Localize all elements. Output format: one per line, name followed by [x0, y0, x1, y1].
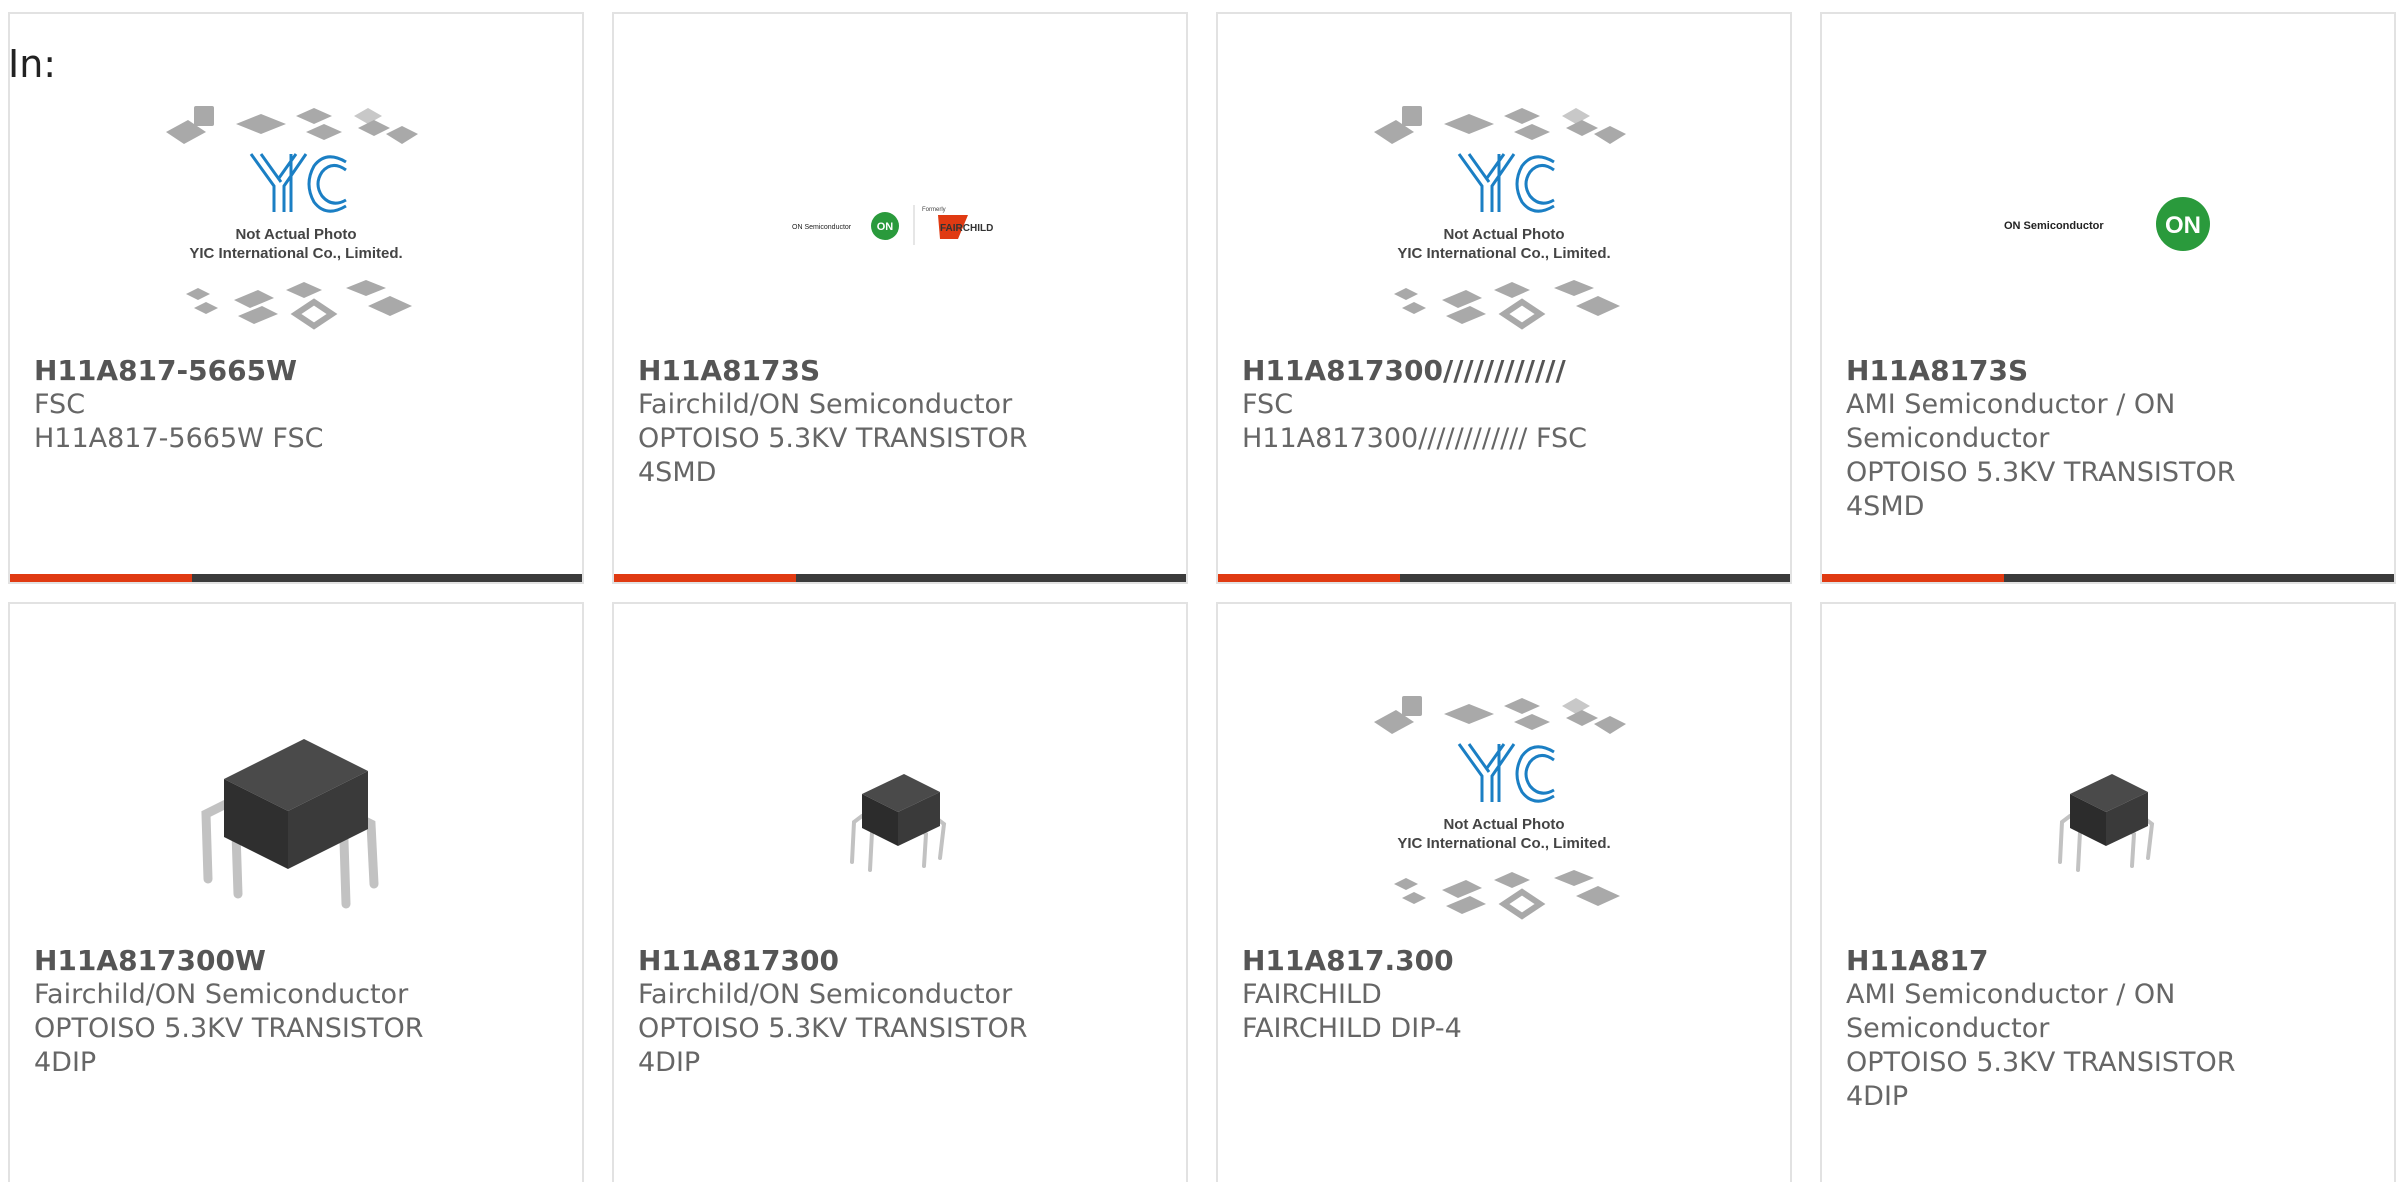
yic-caption-line2: YIC International Co., Limited.	[189, 245, 402, 262]
yic-caption-line2: YIC International Co., Limited.	[1397, 245, 1610, 262]
product-image[interactable]: Not Actual Photo YIC International Co., …	[1218, 674, 1790, 954]
product-card[interactable]: H11A817300 Fairchild/ON Semiconductor OPTO…	[612, 602, 1188, 1182]
product-description-line: H11A817300//////////// FSC	[1242, 423, 1587, 454]
product-description-line: OPTOISO 5.3KV TRANSISTOR	[638, 423, 1028, 454]
product-image[interactable]	[10, 674, 582, 954]
product-description-line: OPTOISO 5.3KV TRANSISTOR	[638, 1013, 1028, 1044]
in-label: In:	[8, 42, 57, 86]
on-semiconductor-wordmark: ON Semiconductor	[2004, 220, 2104, 232]
product-info: H11A8173S AMI Semiconductor / ON Semicondu…	[1846, 354, 2370, 524]
manufacturer: AMI Semiconductor / ON	[1846, 389, 2176, 420]
product-image[interactable]	[614, 674, 1186, 954]
product-card[interactable]: H11A817 AMI Semiconductor / ON Semiconduct…	[1820, 602, 2396, 1182]
product-description-line: OPTOISO 5.3KV TRANSISTOR	[1846, 457, 2236, 488]
product-description-line: 4DIP	[34, 1047, 97, 1078]
product-info: H11A817.300 FAIRCHILD FAIRCHILD DIP-4	[1242, 944, 1766, 1046]
fairchild-wordmark: FAIRCHILD	[940, 223, 993, 234]
part-number-link[interactable]: H11A817-5665W	[34, 354, 558, 388]
dip4-small-image	[850, 774, 947, 872]
product-card[interactable]: Not Actual Photo YIC International Co., …	[1216, 602, 1792, 1182]
card-accent-highlight	[1218, 574, 1400, 582]
part-number-link[interactable]: H11A817300////////////	[1242, 354, 1766, 388]
product-card[interactable]: Not Actual Photo YIC International Co., …	[8, 12, 584, 584]
product-image[interactable]: ON Semiconductor ON Formerly FAIRCHILD	[614, 84, 1186, 364]
product-info: H11A817300W Fairchild/ON Semiconductor OPT…	[34, 944, 558, 1080]
part-number-link[interactable]: H11A817.300	[1242, 944, 1766, 978]
yic-placeholder-image: Not Actual Photo YIC International Co., …	[1374, 696, 1626, 920]
manufacturer: FAIRCHILD	[1242, 979, 1382, 1010]
dip4-small-image	[2058, 774, 2155, 872]
product-card[interactable]: H11A817300W Fairchild/ON Semiconductor OPT…	[8, 602, 584, 1182]
product-card[interactable]: ON Semiconductor ON Formerly FAIRCHILD H…	[612, 12, 1188, 584]
product-description-line: OPTOISO 5.3KV TRANSISTOR	[1846, 1047, 2236, 1078]
product-description-line: 4DIP	[638, 1047, 701, 1078]
product-info: H11A817 AMI Semiconductor / ON Semiconduct…	[1846, 944, 2370, 1114]
manufacturer: FSC	[1242, 389, 1294, 420]
svg-text:ON: ON	[877, 221, 894, 233]
yic-caption-line1: Not Actual Photo	[1443, 816, 1564, 833]
manufacturer: AMI Semiconductor / ON	[1846, 979, 2176, 1010]
part-number-link[interactable]: H11A8173S	[638, 354, 1162, 388]
product-description-line: 4SMD	[638, 457, 717, 488]
yic-placeholder-image: Not Actual Photo YIC International Co., …	[166, 106, 418, 330]
product-card[interactable]: Not Actual Photo YIC International Co., …	[1216, 12, 1792, 584]
product-description-line: Semiconductor	[1846, 1013, 2050, 1044]
card-accent-bar	[1218, 574, 1790, 582]
manufacturer: Fairchild/ON Semiconductor	[638, 389, 1013, 420]
product-card[interactable]: ON Semiconductor ON H11A8173S AMI Semicon…	[1820, 12, 2396, 584]
card-accent-bar	[1822, 574, 2394, 582]
yic-caption-line2: YIC International Co., Limited.	[1397, 835, 1610, 852]
yic-caption-line1: Not Actual Photo	[1443, 226, 1564, 243]
svg-text:ON: ON	[2165, 212, 2201, 239]
product-description-line: Semiconductor	[1846, 423, 2050, 454]
on-semiconductor-wordmark: ON Semiconductor	[792, 224, 852, 231]
product-image[interactable]: Not Actual Photo YIC International Co., …	[10, 84, 582, 364]
card-accent-highlight	[1822, 574, 2004, 582]
yic-caption-line1: Not Actual Photo	[235, 226, 356, 243]
dip4-large-image	[201, 739, 379, 909]
card-accent-highlight	[614, 574, 796, 582]
product-info: H11A817-5665W FSC H11A817-5665W FSC	[34, 354, 558, 456]
product-image[interactable]: Not Actual Photo YIC International Co., …	[1218, 84, 1790, 364]
product-info: H11A817300////////////FSC H11A817300/////…	[1242, 354, 1766, 456]
product-description-line: H11A817-5665W FSC	[34, 423, 324, 454]
manufacturer: Fairchild/ON Semiconductor	[34, 979, 409, 1010]
manufacturer: FSC	[34, 389, 86, 420]
part-number-link[interactable]: H11A8173S	[1846, 354, 2370, 388]
product-info: H11A817300 Fairchild/ON Semiconductor OPTO…	[638, 944, 1162, 1080]
product-description-line: FAIRCHILD DIP-4	[1242, 1013, 1462, 1044]
part-number-link[interactable]: H11A817300	[638, 944, 1162, 978]
product-image[interactable]	[1822, 674, 2394, 954]
product-description-line: 4SMD	[1846, 491, 1925, 522]
product-description-line: OPTOISO 5.3KV TRANSISTOR	[34, 1013, 424, 1044]
card-accent-bar	[10, 574, 582, 582]
part-number-link[interactable]: H11A817300W	[34, 944, 558, 978]
product-image[interactable]: ON Semiconductor ON	[1822, 84, 2394, 364]
part-number-link[interactable]: H11A817	[1846, 944, 2370, 978]
on-logo-image: ON Semiconductor ON	[2004, 197, 2210, 251]
on-fairchild-logo-image: ON Semiconductor ON Formerly FAIRCHILD	[792, 205, 993, 245]
card-accent-bar	[614, 574, 1186, 582]
yic-placeholder-image: Not Actual Photo YIC International Co., …	[1374, 106, 1626, 330]
product-description-line: 4DIP	[1846, 1081, 1909, 1112]
card-accent-highlight	[10, 574, 192, 582]
product-info: H11A8173S Fairchild/ON Semiconductor OPTOI…	[638, 354, 1162, 490]
svg-text:Formerly: Formerly	[922, 207, 946, 213]
manufacturer: Fairchild/ON Semiconductor	[638, 979, 1013, 1010]
